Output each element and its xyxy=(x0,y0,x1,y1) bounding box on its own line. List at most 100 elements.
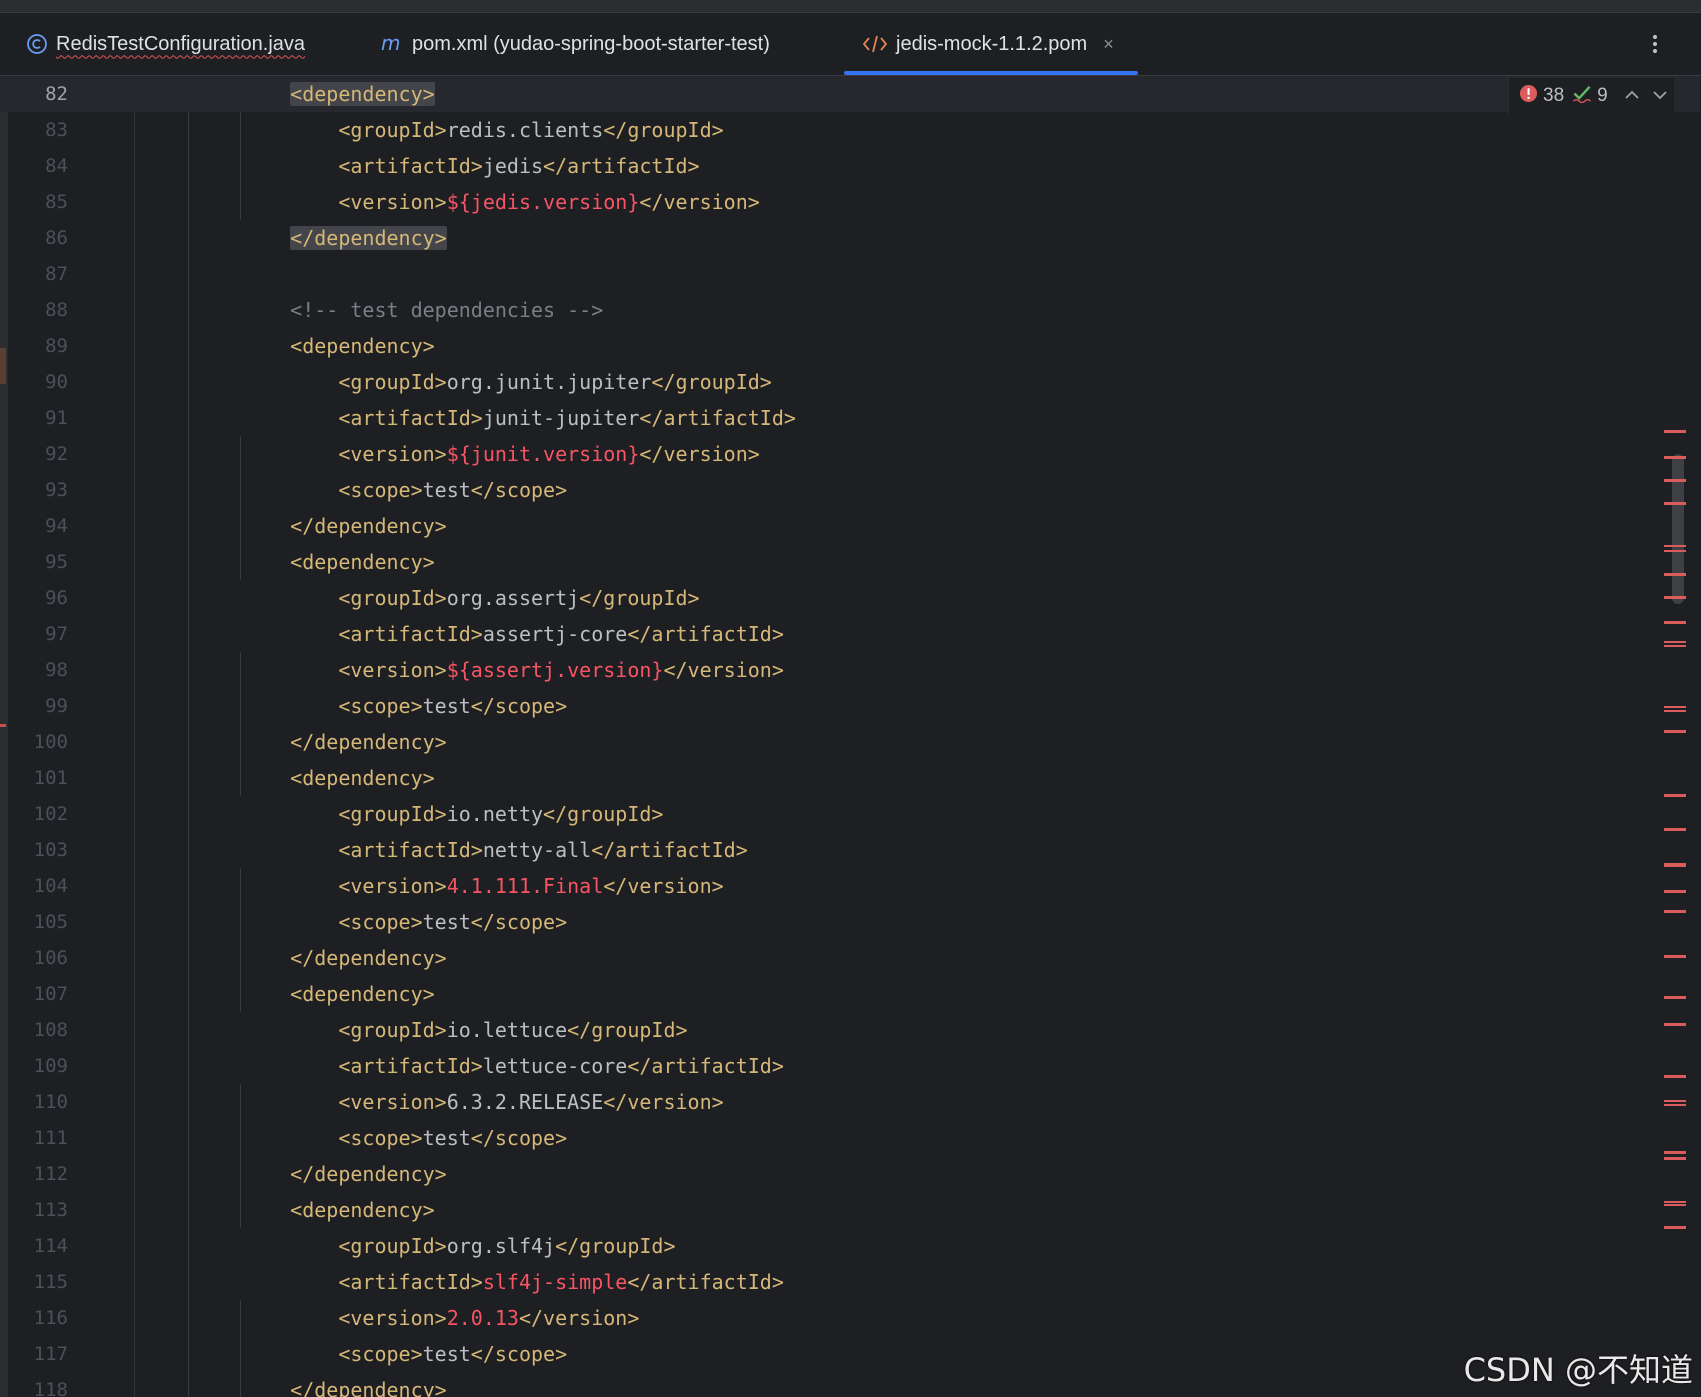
code-line[interactable]: 117 <scope>test</scope> xyxy=(0,1336,1700,1372)
code-text: <dependency> xyxy=(242,82,435,106)
code-text: <artifactId>slf4j-simple</artifactId> xyxy=(242,1270,784,1294)
code-line[interactable]: 105 <scope>test</scope> xyxy=(0,904,1700,940)
code-line[interactable]: 99 <scope>test</scope> xyxy=(0,688,1700,724)
code-token: <dependency> xyxy=(290,1198,435,1222)
code-line[interactable]: 110 <version>6.3.2.RELEASE</version> xyxy=(0,1084,1700,1120)
error-stripe[interactable] xyxy=(1664,1226,1686,1229)
error-stripe[interactable] xyxy=(1664,910,1686,913)
code-line[interactable]: 116 <version>2.0.13</version> xyxy=(0,1300,1700,1336)
error-stripe[interactable] xyxy=(1664,502,1686,505)
code-line[interactable]: 86 </dependency> xyxy=(0,220,1700,256)
error-stripe[interactable] xyxy=(1664,430,1686,433)
code-token: <groupId> xyxy=(338,118,447,142)
tab-pom-xml[interactable]: m pom.xml (yudao-spring-boot-starter-tes… xyxy=(380,13,770,75)
code-line[interactable]: 96 <groupId>org.assertj</groupId> xyxy=(0,580,1700,616)
code-line[interactable]: 84 <artifactId>jedis</artifactId> xyxy=(0,148,1700,184)
code-line[interactable]: 89 <dependency> xyxy=(0,328,1700,364)
inspection-widget[interactable]: 38 9 xyxy=(1508,78,1674,114)
code-line[interactable]: 100 </dependency> xyxy=(0,724,1700,760)
code-line[interactable]: 109 <artifactId>lettuce-core</artifactId… xyxy=(0,1048,1700,1084)
code-line[interactable]: 93 <scope>test</scope> xyxy=(0,472,1700,508)
tab-redis-test-configuration[interactable]: RedisTestConfiguration.java xyxy=(26,13,305,75)
code-line[interactable]: 103 <artifactId>netty-all</artifactId> xyxy=(0,832,1700,868)
code-line[interactable]: 98 <version>${assertj.version}</version> xyxy=(0,652,1700,688)
error-stripe[interactable] xyxy=(1664,641,1686,643)
code-line[interactable]: 91 <artifactId>junit-jupiter</artifactId… xyxy=(0,400,1700,436)
error-stripe[interactable] xyxy=(1664,621,1686,624)
code-line[interactable]: 101 <dependency> xyxy=(0,760,1700,796)
code-text: <groupId>io.lettuce</groupId> xyxy=(242,1018,687,1042)
next-problem-icon[interactable] xyxy=(1652,88,1668,105)
error-stripe[interactable] xyxy=(1664,545,1686,547)
error-stripe[interactable] xyxy=(1664,645,1686,647)
error-stripe[interactable] xyxy=(1664,550,1686,552)
code-line[interactable]: 82 <dependency> xyxy=(0,76,1700,112)
code-line[interactable]: 112 </dependency> xyxy=(0,1156,1700,1192)
error-stripe[interactable] xyxy=(1664,573,1686,576)
error-stripe[interactable] xyxy=(1664,1100,1686,1102)
error-stripe[interactable] xyxy=(1664,828,1686,831)
more-options-icon[interactable] xyxy=(1643,26,1667,62)
error-stripe[interactable] xyxy=(1664,1201,1686,1203)
code-line[interactable]: 104 <version>4.1.111.Final</version> xyxy=(0,868,1700,904)
code-token: lettuce-core xyxy=(482,1054,628,1078)
error-stripe[interactable] xyxy=(1664,1075,1686,1078)
error-stripe[interactable] xyxy=(1664,706,1686,708)
code-line[interactable]: 115 <artifactId>slf4j-simple</artifactId… xyxy=(0,1264,1700,1300)
line-number: 100 xyxy=(33,731,68,753)
error-stripe[interactable] xyxy=(1664,1151,1686,1154)
code-token: io.lettuce xyxy=(446,1018,568,1042)
code-token: <dependency> xyxy=(290,550,435,574)
code-line[interactable]: 92 <version>${junit.version}</version> xyxy=(0,436,1700,472)
code-line[interactable]: 118 </dependency> xyxy=(0,1372,1700,1397)
error-stripe[interactable] xyxy=(1664,1204,1686,1206)
error-stripe[interactable] xyxy=(1664,479,1686,482)
code-line[interactable]: 114 <groupId>org.slf4j</groupId> xyxy=(0,1228,1700,1264)
error-stripe[interactable] xyxy=(1664,710,1686,712)
error-stripe[interactable] xyxy=(1664,596,1686,599)
code-line[interactable]: 111 <scope>test</scope> xyxy=(0,1120,1700,1156)
close-icon[interactable]: × xyxy=(1103,34,1114,55)
tab-jedis-mock-pom[interactable]: jedis-mock-1.1.2.pom × xyxy=(844,13,1138,75)
error-stripe[interactable] xyxy=(1664,865,1686,867)
error-count[interactable]: 38 xyxy=(1519,84,1564,109)
code-line[interactable]: 94 </dependency> xyxy=(0,508,1700,544)
line-number: 118 xyxy=(33,1379,68,1397)
previous-problem-icon[interactable] xyxy=(1624,88,1640,105)
code-editor[interactable]: 82 <dependency> 83 <groupId>redis.clients… xyxy=(0,76,1701,1397)
error-stripe[interactable] xyxy=(1664,794,1686,797)
code-token: test xyxy=(422,478,471,502)
code-line[interactable]: 83 <groupId>redis.clients</groupId> xyxy=(0,112,1700,148)
code-text: <artifactId>lettuce-core</artifactId> xyxy=(242,1054,784,1078)
code-line[interactable]: 87 xyxy=(0,256,1700,292)
error-stripe[interactable] xyxy=(1664,1023,1686,1026)
code-line[interactable]: 95 <dependency> xyxy=(0,544,1700,580)
error-stripe[interactable] xyxy=(1664,730,1686,733)
line-number: 89 xyxy=(45,335,68,357)
code-line[interactable]: 90 <groupId>org.junit.jupiter</groupId> xyxy=(0,364,1700,400)
code-line[interactable]: 88 <!-- test dependencies --> xyxy=(0,292,1700,328)
error-stripe[interactable] xyxy=(1664,996,1686,999)
scrollbar-thumb[interactable] xyxy=(1672,454,1684,604)
code-text: <artifactId>assertj-core</artifactId> xyxy=(242,622,784,646)
code-line[interactable]: 85 <version>${jedis.version}</version> xyxy=(0,184,1700,220)
warning-count[interactable]: 9 xyxy=(1572,84,1608,109)
error-stripe[interactable] xyxy=(1664,1157,1686,1160)
code-token: </dependency> xyxy=(290,1378,447,1397)
code-line[interactable]: 108 <groupId>io.lettuce</groupId> xyxy=(0,1012,1700,1048)
error-stripe[interactable] xyxy=(1664,456,1686,459)
code-line[interactable]: 113 <dependency> xyxy=(0,1192,1700,1228)
code-line[interactable]: 106 </dependency> xyxy=(0,940,1700,976)
error-stripe[interactable] xyxy=(1664,955,1686,958)
code-text: <version>6.3.2.RELEASE</version> xyxy=(242,1090,723,1114)
code-line[interactable]: 107 <dependency> xyxy=(0,976,1700,1012)
error-stripe[interactable] xyxy=(1664,890,1686,893)
code-line[interactable]: 97 <artifactId>assertj-core</artifactId> xyxy=(0,616,1700,652)
code-line[interactable]: 102 <groupId>io.netty</groupId> xyxy=(0,796,1700,832)
code-token: test xyxy=(422,1126,471,1150)
error-stripe[interactable] xyxy=(1664,1104,1686,1106)
